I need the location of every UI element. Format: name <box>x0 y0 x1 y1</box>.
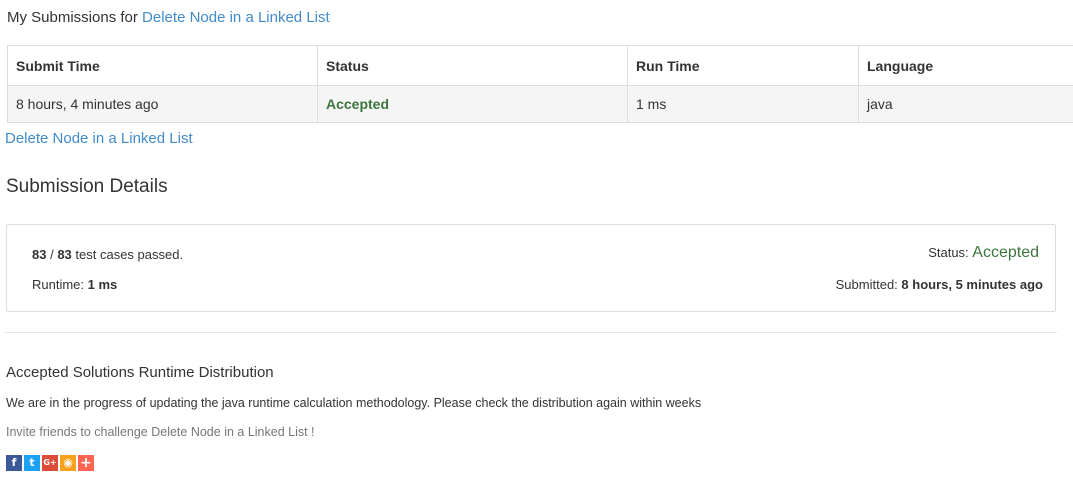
header-prefix: My Submissions for <box>7 9 138 26</box>
problem-link[interactable]: Delete Node in a Linked List <box>5 130 193 147</box>
status-label: Status: <box>928 245 973 260</box>
runtime-label: Runtime: <box>32 277 88 292</box>
header-run-time: Run Time <box>627 45 859 86</box>
header-submit-time: Submit Time <box>7 45 318 86</box>
facebook-icon[interactable]: f <box>6 455 22 471</box>
distribution-message: We are in the progress of updating the j… <box>6 396 702 410</box>
cell-submit-time: 8 hours, 4 minutes ago <box>7 85 318 123</box>
passed-count: 83 <box>32 247 47 262</box>
invite-text: Invite friends to challenge Delete Node … <box>6 425 315 439</box>
table-header-row: Submit Time Status Run Time Language <box>7 45 1073 86</box>
distribution-title: Accepted Solutions Runtime Distribution <box>6 364 274 381</box>
count-separator: / <box>46 247 58 262</box>
total-count: 83 <box>57 247 72 262</box>
cell-language: java <box>858 85 1073 123</box>
divider <box>5 332 1057 333</box>
weibo-icon[interactable]: ◉ <box>60 455 76 471</box>
header-language: Language <box>858 45 1073 86</box>
submission-details-panel: 83 / 83 test cases passed. Runtime: 1 ms… <box>6 224 1056 312</box>
status-summary: Status: Accepted <box>928 244 1039 262</box>
status-value: Accepted <box>972 244 1039 261</box>
header-problem-link[interactable]: Delete Node in a Linked List <box>142 9 330 26</box>
header-status: Status <box>317 45 628 86</box>
twitter-icon[interactable]: t <box>24 455 40 471</box>
submissions-table: Submit Time Status Run Time Language 8 h… <box>7 45 1073 123</box>
cell-status[interactable]: Accepted <box>317 85 628 123</box>
cell-run-time: 1 ms <box>627 85 859 123</box>
runtime-value: 1 ms <box>87 277 118 292</box>
add-share-icon[interactable]: + <box>78 455 94 471</box>
submitted-label: Submitted: <box>835 277 902 292</box>
submitted-value: 8 hours, 5 minutes ago <box>901 277 1043 292</box>
passed-suffix: test cases passed. <box>71 247 184 262</box>
runtime-summary: Runtime: 1 ms <box>32 277 117 292</box>
status-accepted-link[interactable]: Accepted <box>326 96 389 112</box>
table-row[interactable]: 8 hours, 4 minutes ago Accepted 1 ms jav… <box>7 85 1073 123</box>
share-buttons: f t G+ ◉ + <box>6 455 94 471</box>
submitted-summary: Submitted: 8 hours, 5 minutes ago <box>836 277 1043 292</box>
submission-details-title: Submission Details <box>6 176 168 197</box>
test-cases-summary: 83 / 83 test cases passed. <box>32 247 183 262</box>
page-header: My Submissions for Delete Node in a Link… <box>7 9 330 26</box>
google-plus-icon[interactable]: G+ <box>42 455 58 471</box>
